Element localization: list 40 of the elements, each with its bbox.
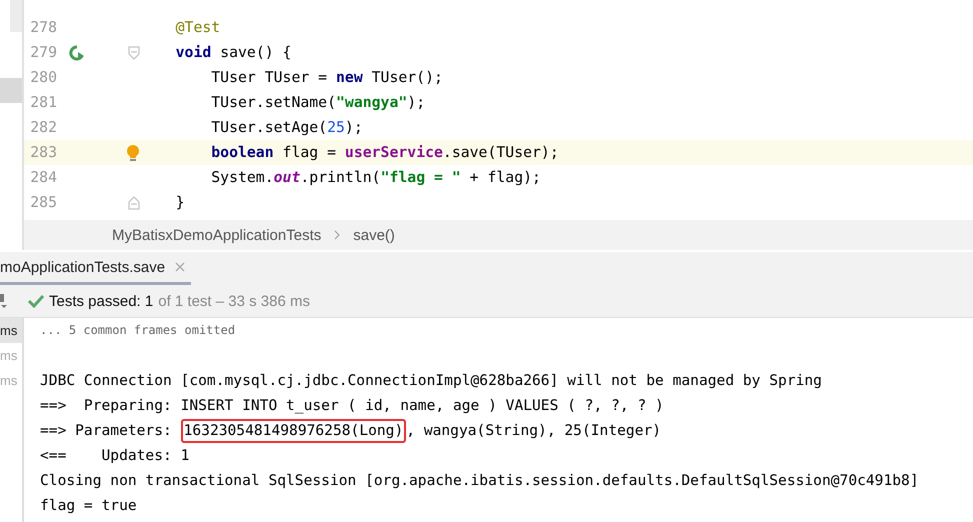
line-number: 285 — [29, 194, 57, 211]
console-line: , wangya(String), 25(Integer) — [406, 421, 662, 441]
tests-passed-text: Tests passed: 1 — [49, 292, 154, 310]
line-number: 279 — [29, 44, 57, 61]
side-panel-tab[interactable] — [10, 0, 22, 32]
console-line: JDBC Connection [com.mysql.cj.jdbc.ConnectionImpl@628ba266] will not be managed by Spring — [40, 371, 822, 391]
fold-icon[interactable] — [128, 46, 140, 60]
line-number: 280 — [29, 69, 57, 86]
sort-icon[interactable] — [0, 292, 8, 310]
console-line: <== Updates: 1 — [40, 446, 190, 466]
code-line: TUser.setAge(25); — [210, 119, 363, 136]
console-line: flag = true — [40, 496, 137, 516]
line-number: 284 — [29, 169, 57, 186]
line-number: 282 — [29, 119, 57, 136]
code-line: boolean flag = userService.save(TUser); — [210, 144, 559, 161]
lightbulb-icon[interactable] — [126, 144, 140, 162]
test-time[interactable]: ms — [0, 318, 22, 343]
close-icon — [175, 262, 186, 272]
code-line: @Test — [174, 19, 220, 36]
breadcrumb-item[interactable]: save() — [353, 226, 395, 244]
breadcrumb-item[interactable]: MyBatisxDemoApplicationTests — [112, 226, 322, 244]
line-number: 283 — [29, 144, 57, 161]
code-line: TUser TUser = new TUser(); — [210, 69, 443, 86]
fold-icon[interactable] — [128, 196, 140, 210]
code-line: System.out.println("flag = " + flag); — [210, 169, 541, 186]
console-line: ==> Preparing: INSERT INTO t_user ( id, name, age ) VALUES ( ?, ?, ? ) — [40, 396, 664, 416]
code-line: TUser.setName("wangya"); — [210, 94, 426, 111]
highlighted-value: 1632305481498976258(Long) — [180, 418, 406, 442]
check-icon — [28, 294, 44, 308]
run-test-icon[interactable] — [69, 44, 85, 60]
line-number: 281 — [29, 94, 57, 111]
console-line: Closing non transactional SqlSession [org.apache.ibatis.session.defaults.DefaultSqlSession@70c491b8] — [40, 471, 919, 491]
code-line: void save() { — [174, 44, 292, 61]
chevron-icon — [333, 230, 342, 240]
code-line: } — [174, 194, 185, 211]
line-number: 278 — [29, 19, 57, 36]
console-line: ... 5 common frames omitted — [40, 322, 236, 339]
test-summary-text: of 1 test – 33 s 386 ms — [158, 292, 310, 310]
side-panel-tab[interactable] — [0, 78, 22, 103]
console-line: ==> Parameters: — [40, 421, 173, 441]
